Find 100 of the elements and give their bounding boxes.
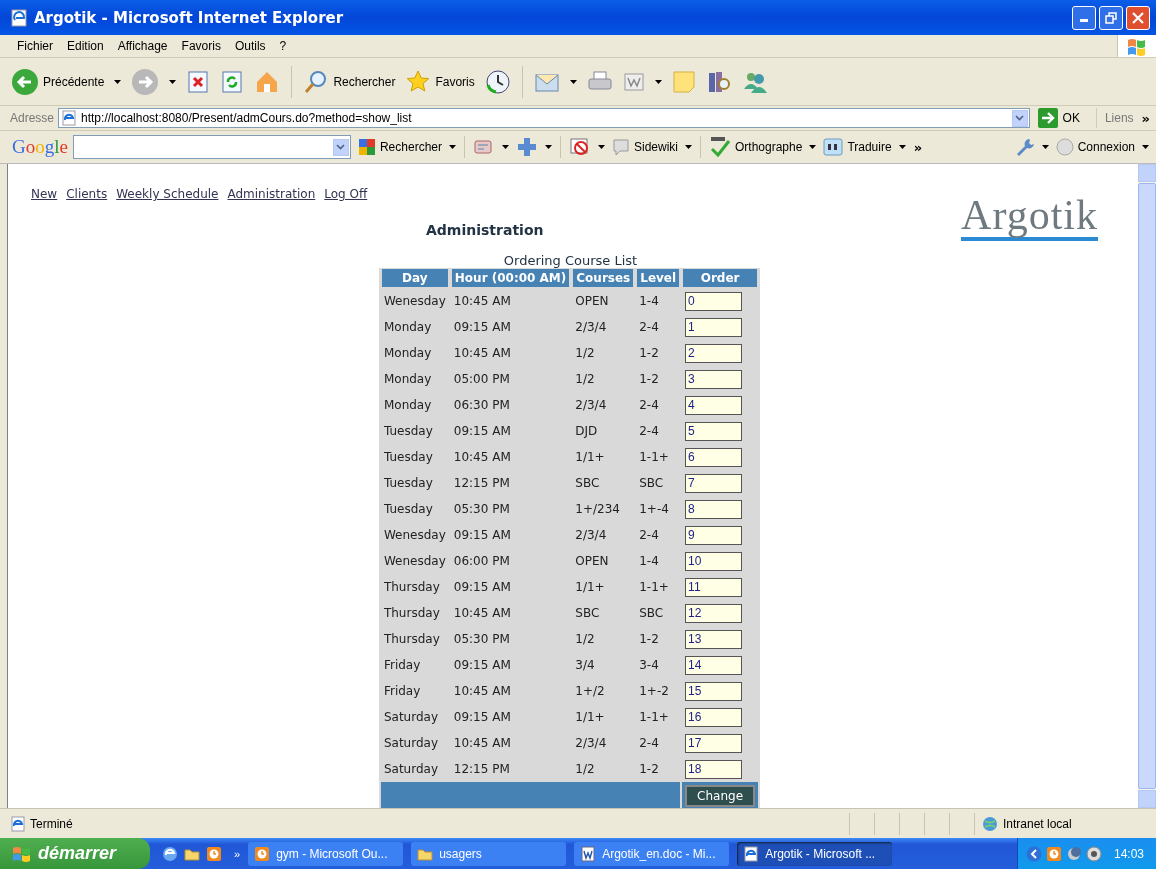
- nav-link[interactable]: New: [31, 187, 58, 201]
- table-cell-text: 1-2: [638, 631, 660, 648]
- caret-icon: [1142, 145, 1149, 149]
- menu-item[interactable]: Outils: [227, 39, 273, 53]
- arrow-left-button[interactable]: Précédente: [8, 65, 108, 98]
- scrollbar[interactable]: [1138, 164, 1156, 808]
- menu-item[interactable]: Affichage: [110, 39, 175, 53]
- dropdown-button[interactable]: [332, 138, 349, 156]
- translate-button[interactable]: Traduire: [820, 135, 895, 159]
- table-cell-text: 10:45 AM: [452, 735, 512, 752]
- table-cell-text: 2/3/4: [574, 397, 608, 414]
- links-label[interactable]: Liens: [1100, 111, 1134, 125]
- column-header: Hour (00:00 AM): [450, 268, 571, 288]
- table-cell-text: 10:45 AM: [452, 345, 512, 362]
- order-field[interactable]: 5: [685, 421, 743, 441]
- spell-check-button[interactable]: Orthographe: [706, 134, 806, 160]
- arrow-left-icon[interactable]: [11, 67, 39, 96]
- minimize-button[interactable]: [1072, 5, 1096, 30]
- taskbar-button[interactable]: Argotik - Microsoft ...: [737, 841, 893, 866]
- globe-icon: [981, 814, 999, 833]
- order-field[interactable]: 1: [685, 317, 743, 337]
- table-cell-text: 1-1+: [638, 449, 670, 466]
- tray-icon[interactable]: [1065, 845, 1082, 862]
- menu-item[interactable]: Favoris: [174, 39, 228, 53]
- restore-button[interactable]: [1099, 5, 1123, 30]
- windows-flag-icon: [12, 844, 32, 863]
- table-cell-text: 12:15 PM: [452, 475, 511, 492]
- arrow-right-icon: [1037, 108, 1058, 128]
- sidewiki-button[interactable]: Sidewiki: [609, 136, 681, 158]
- order-field[interactable]: 13: [685, 629, 743, 649]
- nav-link[interactable]: Clients: [66, 187, 108, 201]
- order-field[interactable]: 12: [685, 603, 743, 623]
- order-field[interactable]: 11: [685, 577, 743, 597]
- more-launchers-button[interactable]: »: [234, 847, 241, 860]
- chevron-down-icon: [1015, 115, 1025, 121]
- address-field[interactable]: http://localhost:8080/Present/admCours.do?method=show_list: [58, 108, 1030, 128]
- clock-launch-button[interactable]: [206, 845, 222, 862]
- table-cell-text: 1-2: [638, 761, 660, 778]
- change-button[interactable]: Change: [685, 785, 756, 807]
- table-cell-text: 09:15 AM: [452, 423, 512, 440]
- order-field[interactable]: 4: [685, 395, 743, 415]
- table-cell-text: Monday: [382, 345, 433, 362]
- column-header: Level: [636, 268, 681, 288]
- order-field[interactable]: 14: [685, 655, 743, 675]
- table-caption: Ordering Course List: [502, 253, 639, 268]
- order-field[interactable]: 10: [685, 551, 743, 571]
- table-cell-text: 1-4: [638, 293, 660, 310]
- order-field[interactable]: 7: [685, 473, 743, 493]
- order-field[interactable]: 8: [685, 499, 743, 519]
- order-field[interactable]: 17: [685, 733, 743, 753]
- dropdown-button[interactable]: [1011, 109, 1028, 127]
- close-button[interactable]: [1126, 5, 1150, 30]
- caret-icon[interactable]: [654, 79, 662, 84]
- table-cell-text: 09:15 AM: [452, 579, 512, 596]
- speech-bubble-icon[interactable]: [612, 138, 630, 156]
- order-field[interactable]: 6: [685, 447, 743, 467]
- taskbar-button[interactable]: Argotik_en.doc - Mi...: [574, 841, 730, 866]
- caret-icon[interactable]: [569, 79, 577, 84]
- table-cell-text: 09:15 AM: [452, 709, 512, 726]
- order-field[interactable]: 9: [685, 525, 743, 545]
- order-field[interactable]: 3: [685, 369, 743, 389]
- tray-icon[interactable]: [1045, 845, 1062, 862]
- google-search-button[interactable]: Rechercher: [354, 136, 445, 158]
- restore-icon: [1105, 11, 1117, 24]
- order-field[interactable]: 16: [685, 707, 743, 727]
- search-button[interactable]: Rechercher: [300, 66, 399, 97]
- circle-icon: [1085, 845, 1102, 862]
- table-cell-text: Monday: [382, 319, 433, 336]
- order-field[interactable]: 2: [685, 343, 743, 363]
- menu-item[interactable]: Fichier: [10, 39, 60, 53]
- translate-icon[interactable]: [823, 137, 844, 157]
- nav-link[interactable]: Weekly Schedule: [116, 187, 219, 201]
- more-links-button[interactable]: »: [1137, 110, 1154, 126]
- menu-item[interactable]: Edition: [60, 39, 111, 53]
- search-field[interactable]: [72, 135, 351, 159]
- table-cell-text: 09:15 AM: [452, 527, 512, 544]
- sign-in-button[interactable]: Connexion: [1052, 136, 1138, 158]
- table-cell-text: Wenesday: [382, 527, 447, 544]
- browser-launch-button[interactable]: [162, 845, 178, 862]
- nav-link[interactable]: Administration: [227, 187, 316, 201]
- show-icons-button[interactable]: [1025, 845, 1042, 862]
- nav-link[interactable]: Log Off: [324, 187, 368, 201]
- caret-icon[interactable]: [169, 79, 177, 84]
- tray-icon[interactable]: [1085, 845, 1102, 862]
- spell-check-icon[interactable]: [709, 136, 731, 158]
- column-header: Day: [380, 268, 449, 288]
- order-field[interactable]: 18: [685, 759, 743, 779]
- taskbar-button[interactable]: gym - Microsoft Ou...: [248, 841, 404, 866]
- star-icon[interactable]: [405, 68, 432, 95]
- table-cell-text: 12:15 PM: [452, 761, 511, 778]
- menu-item[interactable]: ?: [272, 39, 294, 53]
- star-button[interactable]: Favoris: [402, 66, 478, 97]
- order-field[interactable]: 0: [685, 291, 743, 311]
- table-cell-text: 1-4: [638, 553, 660, 570]
- caret-icon: [449, 145, 456, 149]
- taskbar-button[interactable]: usagers: [411, 841, 567, 866]
- order-field[interactable]: 15: [685, 681, 743, 701]
- caret-icon[interactable]: [114, 79, 122, 84]
- go-button[interactable]: OK: [1033, 108, 1097, 128]
- more-tools-button[interactable]: »: [909, 139, 927, 155]
